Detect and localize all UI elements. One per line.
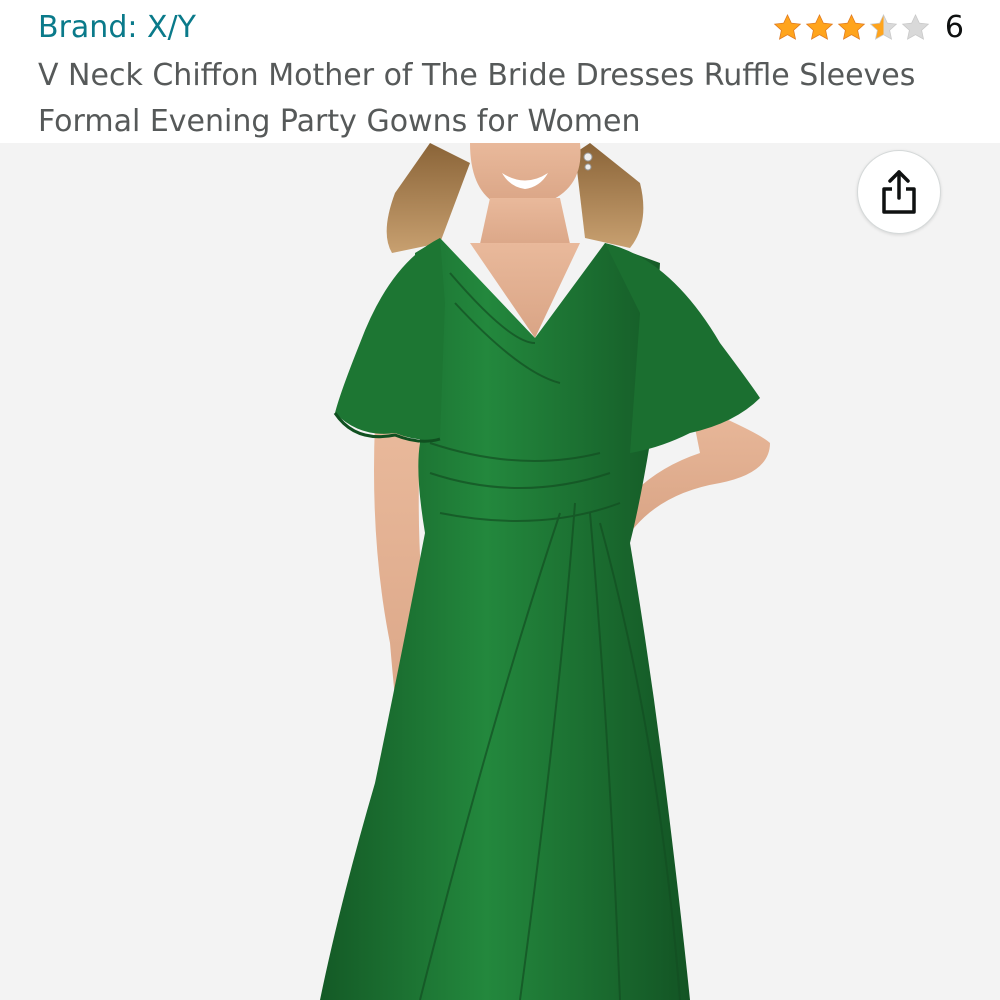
product-image[interactable]	[0, 143, 1000, 1000]
share-icon	[882, 170, 916, 214]
rating-count: 6	[944, 10, 964, 45]
star-icon	[837, 13, 866, 40]
star-half-icon	[869, 13, 898, 40]
star-empty-icon	[901, 13, 930, 40]
product-title: V Neck Chiffon Mother of The Bride Dress…	[38, 58, 916, 139]
star-rating	[771, 13, 931, 43]
share-button[interactable]	[857, 150, 941, 234]
brand-link[interactable]: Brand: X/Y	[38, 8, 196, 48]
rating-summary[interactable]: 6	[771, 8, 964, 48]
star-icon	[805, 13, 834, 40]
product-header: Brand: X/Y 6 V Neck Chiffon Mother of Th…	[0, 0, 1000, 143]
dress-photo	[320, 143, 770, 1000]
star-icon	[773, 13, 802, 40]
